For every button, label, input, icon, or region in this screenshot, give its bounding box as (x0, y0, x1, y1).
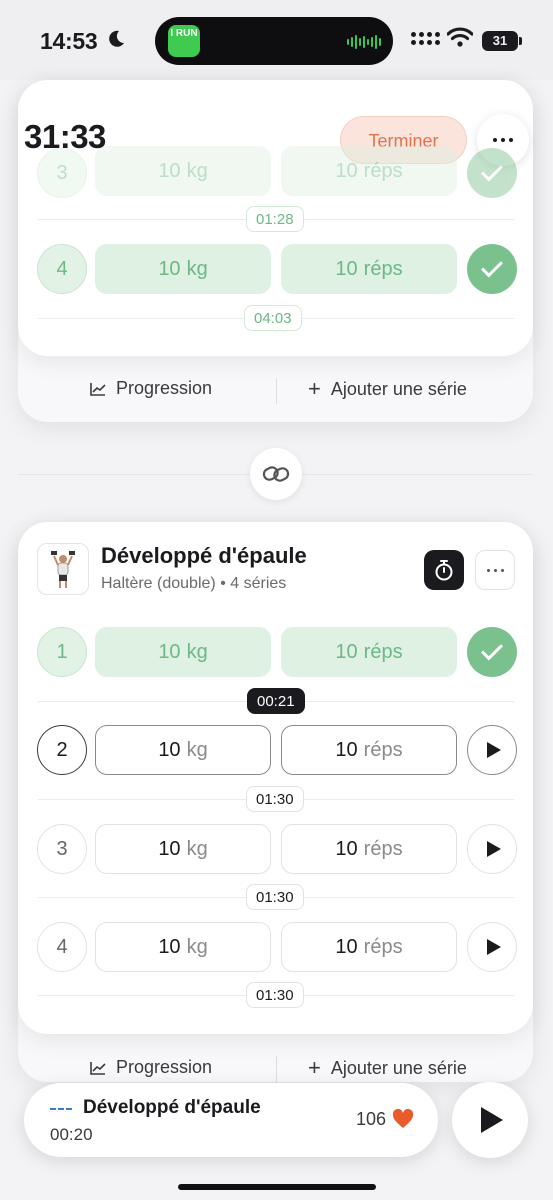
start-set-button[interactable] (467, 922, 517, 972)
active-exercise-player[interactable]: Développé d'épaule 00:20 106 (24, 1083, 438, 1157)
status-time: 14:53 (40, 28, 98, 54)
weight-field[interactable]: 10 kg (95, 627, 271, 677)
play-icon (487, 841, 501, 857)
add-set-label: Ajouter une série (330, 378, 467, 399)
exercise-more-button[interactable] (475, 550, 515, 590)
rest-timer-pill[interactable]: 01:30 (246, 982, 304, 1008)
footer-divider (276, 378, 277, 404)
set-complete-button[interactable] (467, 244, 517, 294)
rest-timer-pill[interactable]: 01:30 (246, 884, 304, 910)
add-set-button[interactable]: + Ajouter une série (308, 1057, 467, 1079)
stopwatch-icon (435, 560, 453, 581)
more-icon (493, 138, 513, 142)
player-exercise-title: Développé d'épaule (83, 1097, 261, 1118)
chart-icon (90, 1061, 106, 1075)
set-number[interactable]: 3 (37, 148, 87, 198)
play-icon (481, 1107, 503, 1133)
subtitle-separator: • (220, 575, 226, 592)
reps-field[interactable]: 10 réps (281, 922, 457, 972)
superset-link-button[interactable] (250, 448, 302, 500)
exercise-equipment: Haltère (double) (101, 575, 216, 592)
set-number[interactable]: 4 (37, 922, 87, 972)
play-icon (487, 742, 501, 758)
footer-divider (276, 1056, 277, 1082)
check-icon (481, 255, 503, 278)
rest-timer-pill[interactable]: 04:03 (244, 305, 302, 331)
rest-timer-pill[interactable]: 01:28 (246, 206, 304, 232)
weight-field[interactable]: 10 kg (95, 922, 271, 972)
reps-field[interactable]: 10 réps (281, 725, 457, 775)
set-number[interactable]: 1 (37, 627, 87, 677)
wifi-icon (446, 26, 474, 53)
exercise-thumbnail[interactable] (37, 543, 89, 595)
plus-icon: + (308, 1055, 321, 1080)
set-complete-button[interactable] (467, 627, 517, 677)
start-set-button[interactable] (467, 824, 517, 874)
heart-rate-value: 106 (355, 1109, 386, 1129)
weight-field[interactable]: 10 kg (95, 244, 271, 294)
dynamic-island[interactable]: I RUN (155, 17, 393, 65)
dumbbell-press-illustration (51, 551, 75, 588)
audio-wave-icon (347, 35, 381, 49)
separator-line (302, 474, 533, 475)
reps-field[interactable]: 10 réps (281, 146, 457, 196)
heart-icon (392, 1108, 414, 1134)
start-set-button[interactable] (467, 725, 517, 775)
weight-field[interactable]: 10 kg (95, 146, 271, 196)
separator-line (18, 474, 250, 475)
chart-icon (90, 382, 106, 396)
cellular-signal-icon (411, 32, 440, 45)
add-set-label: Ajouter une série (330, 1057, 467, 1078)
reps-field[interactable]: 10 réps (281, 627, 457, 677)
weight-field[interactable]: 10 kg (95, 725, 271, 775)
exercise-set-count: 4 séries (230, 575, 287, 592)
more-icon (486, 568, 504, 572)
play-icon (487, 939, 501, 955)
plus-icon: + (308, 376, 321, 401)
weight-field[interactable]: 10 kg (95, 824, 271, 874)
progression-label: Progression (116, 378, 213, 398)
link-icon (262, 466, 290, 482)
play-button[interactable] (452, 1082, 528, 1158)
rest-progress-icon (50, 1108, 72, 1110)
set-complete-button[interactable] (467, 148, 517, 198)
reps-field[interactable]: 10 réps (281, 824, 457, 874)
status-bar: 14:53 I RUN 31 (0, 0, 553, 80)
set-number[interactable]: 3 (37, 824, 87, 874)
progression-button[interactable]: Progression (90, 1057, 212, 1078)
moon-icon (106, 29, 126, 55)
rest-timer-button[interactable] (424, 550, 464, 590)
player-elapsed-time: 00:20 (50, 1125, 93, 1144)
rest-timer-pill-running[interactable]: 00:21 (247, 688, 305, 714)
progression-button[interactable]: Progression (90, 378, 212, 399)
exercise-title[interactable]: Développé d'épaule (101, 543, 307, 569)
reps-field[interactable]: 10 réps (281, 244, 457, 294)
progression-label: Progression (116, 1057, 213, 1077)
check-icon (481, 638, 503, 661)
set-number[interactable]: 2 (37, 725, 87, 775)
rest-timer-pill[interactable]: 01:30 (246, 786, 304, 812)
home-indicator[interactable] (178, 1184, 376, 1190)
battery-indicator: 31 (482, 31, 522, 51)
check-icon (481, 159, 503, 182)
island-app-icon: I RUN (168, 25, 200, 57)
exercise-subtitle: Haltère (double) • 4 séries (101, 575, 286, 593)
set-number[interactable]: 4 (37, 244, 87, 294)
add-set-button[interactable]: + Ajouter une série (308, 378, 467, 400)
